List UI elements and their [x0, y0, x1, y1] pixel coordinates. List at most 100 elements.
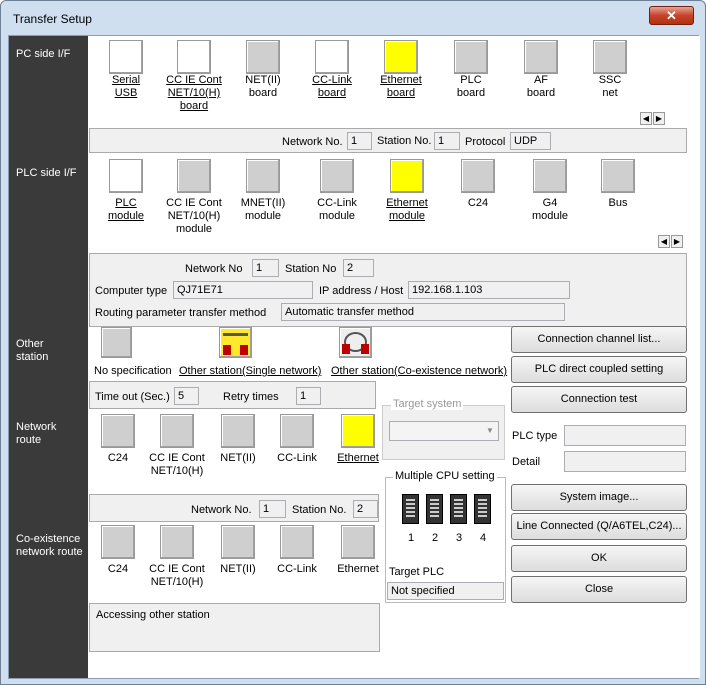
pc-side-item-5-icon[interactable]	[384, 40, 418, 74]
routing-label: Routing parameter transfer method	[95, 307, 267, 319]
timeout-label: Time out (Sec.)	[95, 391, 170, 403]
retry-field[interactable]: 1	[296, 387, 321, 405]
pc-side-item-3-icon[interactable]	[246, 40, 280, 74]
pc-side-item-7-label: AF board	[526, 74, 556, 99]
other-station-label: Other station	[16, 338, 49, 363]
plc-side-item-2-icon[interactable]	[177, 159, 211, 193]
system-image-button[interactable]: System image...	[511, 484, 687, 511]
plc-side-item-1-icon[interactable]	[109, 159, 143, 193]
single-network-label: Other station(Single network)	[179, 365, 322, 377]
plc-scroll-right[interactable]: ▶	[671, 235, 683, 248]
close-button[interactable]: Close	[511, 576, 687, 603]
connection-channel-list-button[interactable]: Connection channel list...	[511, 326, 687, 353]
pc-side-item-2-label: CC IE Cont NET/10(H) board	[166, 74, 222, 112]
window-close-button[interactable]: ✕	[649, 6, 694, 25]
plc-side-item-2-label: CC IE Cont NET/10(H) module	[166, 197, 222, 235]
plc-side-item-5-icon[interactable]	[390, 159, 424, 193]
target-system-label: Target system	[391, 398, 464, 410]
no-specification-label: No specification	[94, 365, 172, 377]
connection-test-button[interactable]: Connection test	[511, 386, 687, 413]
coexistence-item-2-icon[interactable]	[160, 525, 194, 559]
routing-field[interactable]: Automatic transfer method	[281, 303, 565, 321]
timeout-strip: Time out (Sec.) 5 Retry times 1	[89, 381, 376, 409]
plc-side-item-3-icon[interactable]	[246, 159, 280, 193]
pc-network-field[interactable]: 1	[347, 132, 372, 150]
coexistence-item-4-icon[interactable]	[280, 525, 314, 559]
target-plc-field[interactable]: Not specified	[387, 582, 504, 600]
plc-type-field[interactable]	[564, 425, 686, 446]
detail-field[interactable]	[564, 451, 686, 472]
pc-scroll-left[interactable]: ◀	[640, 112, 652, 125]
network-route-item-3-icon[interactable]	[221, 414, 255, 448]
coexistence-item-5-icon[interactable]	[341, 525, 375, 559]
route-station-label: Station No.	[292, 504, 347, 516]
plc-side-item-4-icon[interactable]	[320, 159, 354, 193]
network-route-item-2-icon[interactable]	[160, 414, 194, 448]
plc-info-panel: Network No 1 Station No 2 Computer type …	[89, 253, 687, 327]
plc-network-field[interactable]: 1	[252, 259, 279, 277]
target-system-group: Target system ▼	[382, 398, 505, 460]
coexistence-item-3-icon[interactable]	[221, 525, 255, 559]
pc-info-strip: Network No. 1 Station No. 1 Protocol UDP	[89, 128, 687, 153]
network-route-item-1-icon[interactable]	[101, 414, 135, 448]
pc-side-item-8-icon[interactable]	[593, 40, 627, 74]
plc-side-item-3-label: MNET(II) module	[240, 197, 286, 222]
section-sidebar: PC side I/F PLC side I/F Other station N…	[9, 36, 88, 678]
computer-type-label: Computer type	[95, 285, 168, 297]
line-connected-button[interactable]: Line Connected (Q/A6TEL,C24)...	[511, 513, 687, 540]
pc-station-label: Station No.	[377, 135, 432, 147]
cpu-1-icon[interactable]	[402, 494, 419, 524]
cpu-1-label: 1	[408, 532, 415, 544]
computer-type-field[interactable]: QJ71E71	[173, 281, 313, 299]
pc-side-item-6-icon[interactable]	[454, 40, 488, 74]
network-route-item-4-icon[interactable]	[280, 414, 314, 448]
multiple-cpu-group: Multiple CPU setting 1 2 3 4 Target PLC …	[385, 470, 506, 603]
cpu-3-label: 3	[456, 532, 463, 544]
plc-side-item-4-label: CC-Link module	[317, 197, 357, 222]
pc-side-item-8-label: SSC net	[598, 74, 622, 99]
pc-station-field[interactable]: 1	[434, 132, 460, 150]
multiple-cpu-label: Multiple CPU setting	[393, 470, 497, 482]
plc-side-item-7-icon[interactable]	[533, 159, 567, 193]
dialog-client: PC side I/F PLC side I/F Other station N…	[8, 35, 700, 679]
pc-side-item-6-label: PLC board	[456, 74, 486, 99]
pc-side-item-2-icon[interactable]	[177, 40, 211, 74]
coexistence-network-label: Other station(Co-existence network)	[331, 365, 508, 377]
cpu-2-icon[interactable]	[426, 494, 443, 524]
ip-label: IP address / Host	[319, 285, 404, 297]
cpu-3-icon[interactable]	[450, 494, 467, 524]
route-network-label: Network No.	[191, 504, 252, 516]
plc-direct-coupled-button[interactable]: PLC direct coupled setting	[511, 356, 687, 383]
no-specification-icon[interactable]	[101, 327, 132, 358]
pc-side-item-1-icon[interactable]	[109, 40, 143, 74]
single-network-icon[interactable]	[219, 327, 252, 358]
ok-button[interactable]: OK	[511, 545, 687, 572]
plc-station-field[interactable]: 2	[343, 259, 374, 277]
cpu-2-label: 2	[432, 532, 439, 544]
network-route-item-5-icon[interactable]	[341, 414, 375, 448]
detail-label: Detail	[512, 456, 541, 468]
pc-protocol-field[interactable]: UDP	[510, 132, 551, 150]
title-bar: Transfer Setup ✕	[1, 1, 705, 35]
cpu-4-icon[interactable]	[474, 494, 491, 524]
route-station-field[interactable]: 2	[353, 500, 378, 518]
retry-label: Retry times	[223, 391, 279, 403]
plc-network-label: Network No	[185, 263, 243, 275]
ip-field[interactable]: 192.168.1.103	[408, 281, 570, 299]
plc-side-item-6-label: C24	[467, 197, 489, 209]
pc-side-item-4-icon[interactable]	[315, 40, 349, 74]
pc-scroll-right[interactable]: ▶	[653, 112, 665, 125]
coexistence-network-icon[interactable]	[339, 327, 372, 358]
route-network-field[interactable]: 1	[259, 500, 286, 518]
pc-side-label: PC side I/F	[16, 48, 71, 60]
plc-side-item-6-icon[interactable]	[461, 159, 495, 193]
timeout-field[interactable]: 5	[174, 387, 199, 405]
cpu-4-label: 4	[480, 532, 487, 544]
coexistence-item-1-icon[interactable]	[101, 525, 135, 559]
status-text: Accessing other station	[96, 609, 210, 621]
plc-station-label: Station No	[285, 263, 337, 275]
coexistence-item-5-label: Ethernet	[337, 563, 379, 575]
plc-scroll-left[interactable]: ◀	[658, 235, 670, 248]
pc-side-item-7-icon[interactable]	[524, 40, 558, 74]
plc-side-item-8-icon[interactable]	[601, 159, 635, 193]
